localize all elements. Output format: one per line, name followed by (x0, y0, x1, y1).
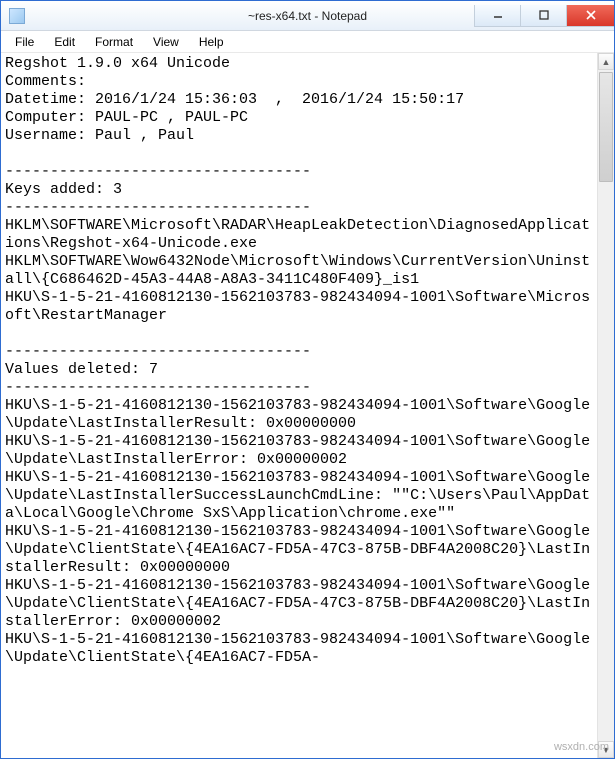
scroll-track[interactable] (598, 70, 614, 741)
titlebar[interactable]: ~res-x64.txt - Notepad (1, 1, 614, 31)
menu-edit[interactable]: Edit (44, 33, 85, 51)
menu-file[interactable]: File (5, 33, 44, 51)
maximize-button[interactable] (520, 5, 566, 27)
scroll-thumb[interactable] (599, 72, 613, 182)
close-button[interactable] (566, 5, 614, 27)
scroll-up-button[interactable]: ▲ (598, 53, 614, 70)
menu-help[interactable]: Help (189, 33, 234, 51)
content-area: Regshot 1.9.0 x64 Unicode Comments: Date… (1, 53, 614, 758)
menubar: File Edit Format View Help (1, 31, 614, 53)
menu-view[interactable]: View (143, 33, 189, 51)
app-icon (9, 8, 25, 24)
minimize-button[interactable] (474, 5, 520, 27)
notepad-window: ~res-x64.txt - Notepad File Edit Format … (0, 0, 615, 759)
scroll-down-button[interactable]: ▼ (598, 741, 614, 758)
text-editor[interactable]: Regshot 1.9.0 x64 Unicode Comments: Date… (1, 53, 597, 758)
window-controls (474, 5, 614, 27)
vertical-scrollbar[interactable]: ▲ ▼ (597, 53, 614, 758)
menu-format[interactable]: Format (85, 33, 143, 51)
